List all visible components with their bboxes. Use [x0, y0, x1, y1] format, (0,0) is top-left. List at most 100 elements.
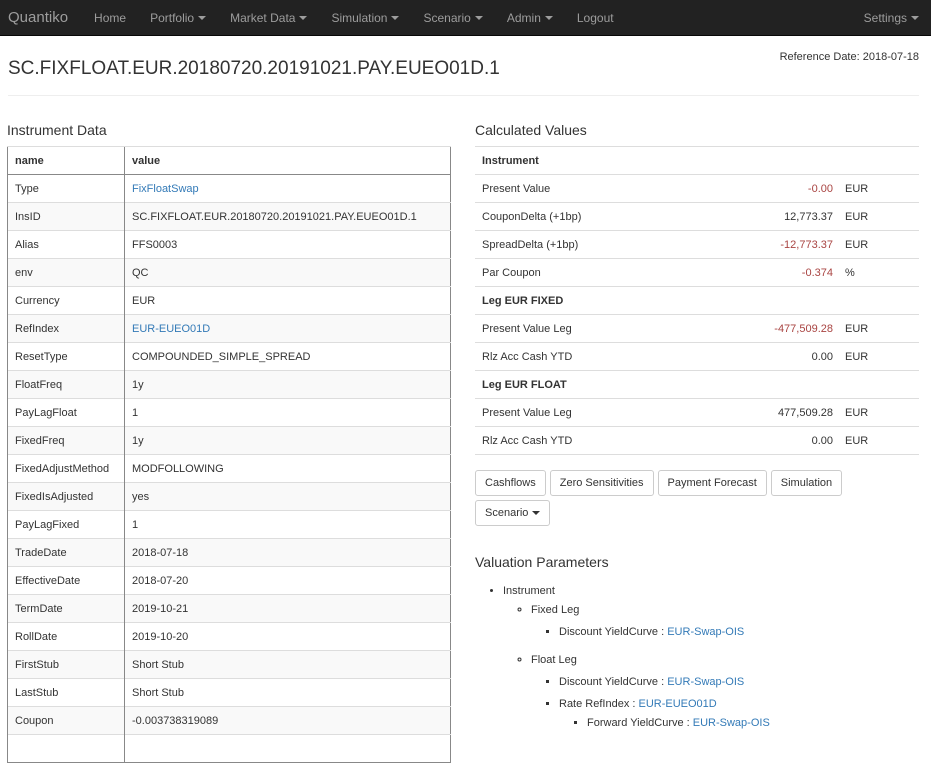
field-name: Coupon	[7, 706, 125, 735]
fixed-leg-discount-curve: Discount YieldCurve : EUR-Swap-OIS	[559, 623, 919, 642]
field-name: Alias	[7, 230, 125, 259]
float-leg-forward-curve-link[interactable]: EUR-Swap-OIS	[693, 717, 770, 729]
table-row: Rlz Acc Cash YTD 0.00 EUR	[475, 342, 919, 371]
field-name: FixedAdjustMethod	[7, 454, 125, 483]
group-header: Leg EUR FIXED	[475, 286, 919, 315]
field-name: InsID	[7, 202, 125, 231]
field-value: 2018-07-18	[124, 538, 451, 567]
brand-logo[interactable]: Quantiko	[8, 9, 68, 26]
field-name: FirstStub	[7, 650, 125, 679]
field-name	[7, 734, 125, 763]
metric-value: 0.00	[729, 426, 839, 455]
group-header: Leg EUR FLOAT	[475, 370, 919, 399]
field-name: PayLagFloat	[7, 398, 125, 427]
table-row: RefIndex EUR-EUEO01D	[7, 314, 451, 343]
valuation-float-leg-item: Float Leg Discount YieldCurve : EUR-Swap…	[531, 651, 919, 733]
calculated-panel: Calculated Values Instrument Present Valu…	[475, 120, 919, 742]
payment-forecast-button[interactable]: Payment Forecast	[657, 470, 767, 496]
scenario-button[interactable]: Scenario	[475, 500, 551, 526]
chevron-down-icon	[198, 16, 207, 21]
chevron-down-icon	[911, 16, 919, 21]
metric-unit: EUR	[839, 202, 919, 231]
nav-admin[interactable]: Admin	[495, 11, 565, 25]
zero-sensitivities-button[interactable]: Zero Sensitivities	[549, 470, 654, 496]
table-row: RollDate 2019-10-20	[7, 622, 451, 651]
nav-simulation[interactable]: Simulation	[319, 11, 411, 25]
calculated-table: Instrument Present Value -0.00 EUR CouponDel…	[475, 146, 919, 455]
fixed-leg-discount-curve-link[interactable]: EUR-Swap-OIS	[667, 626, 744, 638]
metric-label: SpreadDelta (+1bp)	[475, 230, 729, 259]
field-name: ResetType	[7, 342, 125, 371]
nav-settings[interactable]: Settings	[852, 11, 923, 25]
nav-home[interactable]: Home	[82, 11, 138, 25]
metric-unit: EUR	[839, 174, 919, 203]
field-value: 1y	[124, 370, 451, 399]
metric-value: -0.374	[729, 258, 839, 287]
field-value-link[interactable]: FixFloatSwap	[132, 183, 199, 195]
field-name: RollDate	[7, 622, 125, 651]
metric-unit: EUR	[839, 398, 919, 427]
button-label: Simulation	[780, 477, 833, 489]
chevron-down-icon	[544, 16, 553, 21]
table-row: SpreadDelta (+1bp) -12,773.37 EUR	[475, 230, 919, 259]
metric-label: Par Coupon	[475, 258, 729, 287]
float-leg-discount-curve-link[interactable]: EUR-Swap-OIS	[667, 676, 744, 688]
metric-value: 0.00	[729, 342, 839, 371]
valuation-section-title: Valuation Parameters	[475, 554, 609, 570]
field-name: FloatFreq	[7, 370, 125, 399]
column-header-value: value	[124, 146, 451, 175]
nav-label: Scenario	[423, 10, 471, 25]
field-value-link[interactable]: EUR-EUEO01D	[132, 323, 210, 335]
chevron-down-icon	[299, 16, 308, 21]
nav-market-data[interactable]: Market Data	[218, 11, 319, 25]
table-row: FirstStub Short Stub	[7, 650, 451, 679]
table-row: ResetType COMPOUNDED_SIMPLE_SPREAD	[7, 342, 451, 371]
float-leg-discount-curve: Discount YieldCurve : EUR-Swap-OIS	[559, 673, 919, 692]
metric-label: Present Value	[475, 174, 729, 203]
metric-value: -12,773.37	[729, 230, 839, 259]
button-label: Payment Forecast	[667, 477, 757, 489]
nav-logout[interactable]: Logout	[565, 11, 626, 25]
valuation-parameters-list: Instrument Fixed Leg Discount YieldCurve…	[475, 582, 919, 733]
group-header-row: Instrument	[475, 146, 919, 175]
instrument-section-title: Instrument Data	[7, 122, 107, 138]
nav-label: Portfolio	[150, 10, 195, 25]
simulation-button[interactable]: Simulation	[770, 470, 843, 496]
nav-label: Simulation	[331, 10, 388, 25]
table-row: Currency EUR	[7, 286, 451, 315]
chevron-down-icon	[474, 16, 483, 21]
table-row: FloatFreq 1y	[7, 370, 451, 399]
calculated-section-title: Calculated Values	[475, 122, 587, 138]
group-header: Instrument	[475, 146, 919, 175]
nav-label: Market Data	[230, 10, 296, 25]
table-row: CouponDelta (+1bp) 12,773.37 EUR	[475, 202, 919, 231]
field-value: MODFOLLOWING	[124, 454, 451, 483]
metric-value: 477,509.28	[729, 398, 839, 427]
field-name: FixedIsAdjusted	[7, 482, 125, 511]
nav-portfolio[interactable]: Portfolio	[138, 11, 218, 25]
table-row: TradeDate 2018-07-18	[7, 538, 451, 567]
field-value: EUR-EUEO01D	[124, 314, 451, 343]
nav-label: Home	[94, 10, 127, 25]
page-header: SC.FIXFLOAT.EUR.20180720.20191021.PAY.EU…	[8, 36, 919, 96]
field-value: COMPOUNDED_SIMPLE_SPREAD	[124, 342, 451, 371]
group-header-row: Leg EUR FLOAT	[475, 370, 919, 399]
table-row: Present Value Leg -477,509.28 EUR	[475, 314, 919, 343]
field-value	[124, 734, 451, 763]
valuation-instrument-item: Instrument Fixed Leg Discount YieldCurve…	[503, 582, 919, 733]
button-label: Zero Sensitivities	[559, 477, 644, 489]
button-label: Scenario	[485, 507, 529, 519]
float-leg-refindex-link[interactable]: EUR-EUEO01D	[639, 698, 717, 710]
table-row: Present Value Leg 477,509.28 EUR	[475, 398, 919, 427]
table-row: LastStub Short Stub	[7, 678, 451, 707]
nav-scenario[interactable]: Scenario	[411, 11, 494, 25]
metric-value: 12,773.37	[729, 202, 839, 231]
table-row: Coupon -0.003738319089	[7, 706, 451, 735]
field-value: 1	[124, 398, 451, 427]
column-header-name: name	[7, 146, 125, 175]
field-value: FFS0003	[124, 230, 451, 259]
float-leg-forward-curve: Forward YieldCurve : EUR-Swap-OIS	[587, 714, 919, 733]
field-value: 2019-10-20	[124, 622, 451, 651]
field-name: RefIndex	[7, 314, 125, 343]
cashflows-button[interactable]: Cashflows	[475, 470, 546, 496]
